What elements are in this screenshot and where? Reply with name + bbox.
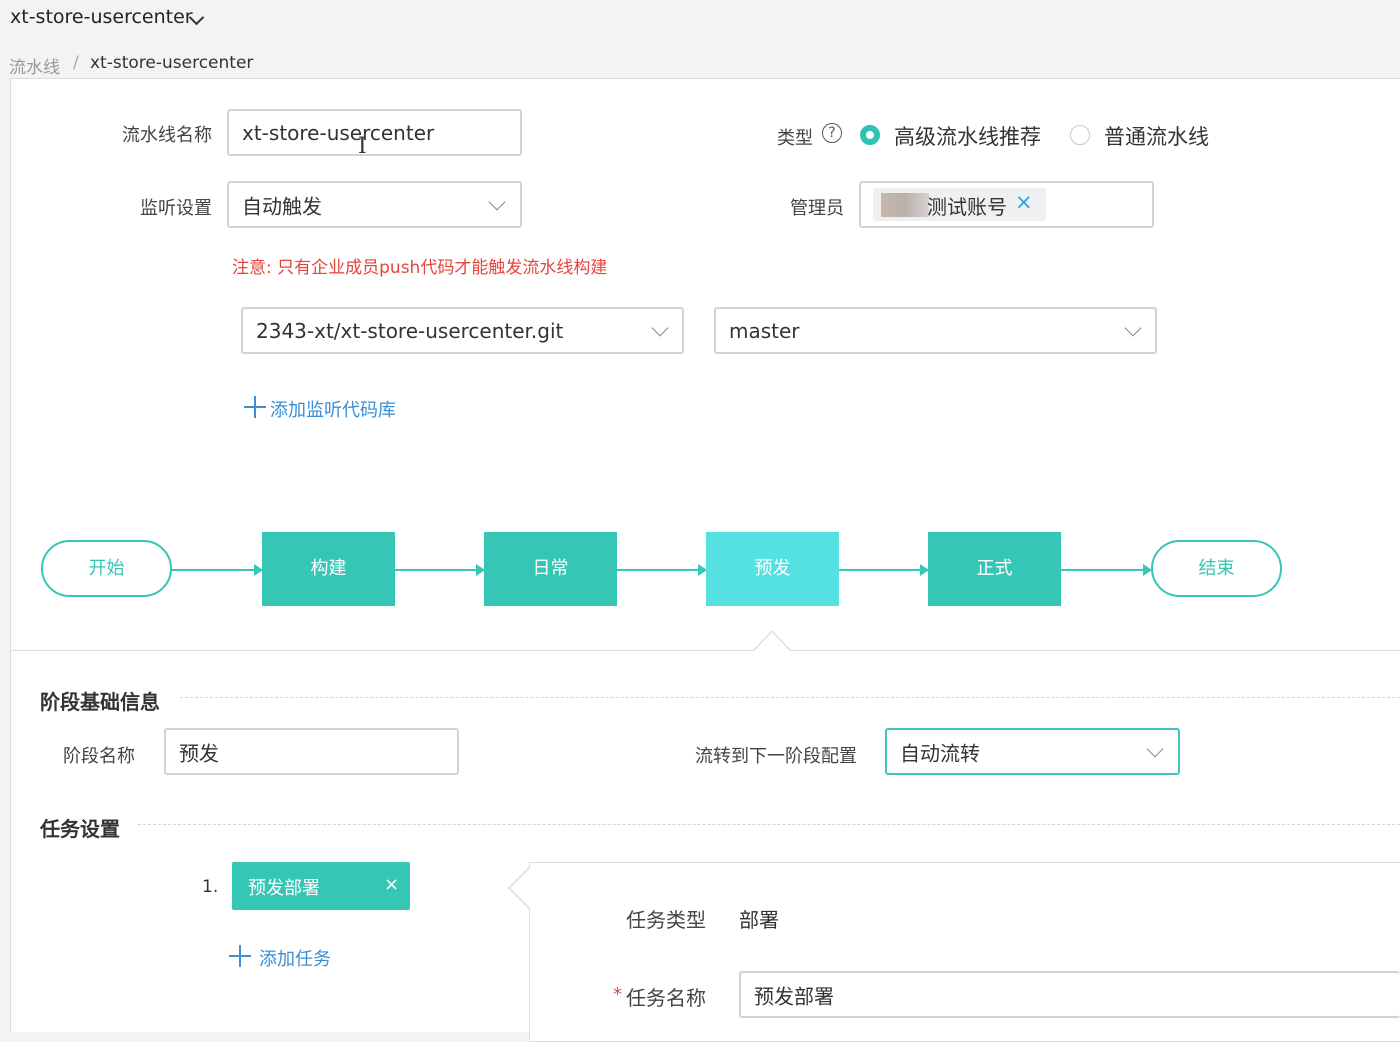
branch-select[interactable]: master (714, 307, 1157, 354)
chevron-down-icon (1124, 319, 1142, 337)
listen-value: 自动触发 (242, 194, 322, 218)
flow-connector (172, 569, 262, 571)
add-task-link[interactable]: 添加任务 (259, 945, 331, 971)
trigger-note: 注意: 只有企业成员push代码才能触发流水线构建 (232, 258, 608, 278)
text-cursor-icon: I (358, 134, 367, 159)
task-name-input[interactable]: 预发部署 (739, 971, 1400, 1018)
admin-tag-label: 测试账号 (927, 195, 1007, 219)
listen-label: 监听设置 (140, 198, 212, 219)
stage-name-label: 阶段名称 (63, 746, 135, 767)
chevron-down-icon (651, 319, 669, 337)
pipeline-name-value: xt-store-usercenter (242, 120, 435, 145)
task-chip-label: 预发部署 (248, 878, 320, 899)
pipeline-name-label: 流水线名称 (122, 125, 212, 146)
close-icon[interactable]: × (1015, 190, 1033, 214)
radio-advanced[interactable] (860, 125, 880, 145)
flow-connector (395, 569, 484, 571)
task-name-value: 预发部署 (754, 984, 834, 1008)
avatar (881, 193, 929, 217)
task-type-value: 部署 (739, 908, 779, 932)
flow-start-node: 开始 (41, 540, 172, 597)
task-name-label: 任务名称 (626, 986, 706, 1010)
help-icon[interactable]: ? (822, 123, 842, 143)
close-icon[interactable]: × (384, 874, 399, 895)
radio-normal-label[interactable]: 普通流水线 (1104, 121, 1209, 151)
stage-build[interactable]: 构建 (262, 532, 395, 606)
stage-name-input[interactable]: 预发 (164, 728, 459, 775)
required-mark: * (613, 984, 622, 1005)
branch-value: master (729, 318, 800, 343)
repo-select[interactable]: 2343-xt/xt-store-usercenter.git (241, 307, 684, 354)
divider (10, 650, 1400, 651)
stage-name-value: 预发 (179, 741, 219, 765)
admin-label: 管理员 (790, 198, 844, 219)
app-title[interactable]: xt-store-usercenter (10, 6, 193, 28)
pipeline-name-input[interactable]: xt-store-usercenter (227, 109, 522, 156)
admin-tag: 测试账号 × (873, 188, 1046, 221)
task-type-label: 任务类型 (626, 908, 706, 932)
type-label: 类型 (777, 128, 813, 149)
add-repo-link[interactable]: 添加监听代码库 (270, 396, 396, 422)
top-bar (0, 0, 1400, 40)
listen-select[interactable]: 自动触发 (227, 181, 522, 228)
flow-config-label: 流转到下一阶段配置 (695, 746, 857, 767)
stage-pre-release[interactable]: 预发 (706, 532, 839, 606)
radio-advanced-label[interactable]: 高级流水线推荐 (894, 121, 1041, 151)
flow-end-node: 结束 (1151, 540, 1282, 597)
stage-production[interactable]: 正式 (928, 532, 1061, 606)
flow-connector (839, 569, 928, 571)
breadcrumb-separator: / (73, 53, 79, 73)
repo-value: 2343-xt/xt-store-usercenter.git (256, 318, 564, 343)
breadcrumb-current: xt-store-usercenter (90, 53, 254, 73)
flow-config-value: 自动流转 (900, 741, 980, 765)
radio-normal[interactable] (1070, 125, 1090, 145)
plus-icon[interactable] (229, 945, 251, 967)
task-index: 1. (202, 877, 219, 897)
chevron-down-icon (488, 193, 506, 211)
stage-daily[interactable]: 日常 (484, 532, 617, 606)
task-chip-pre-deploy[interactable]: 预发部署 × (232, 862, 410, 910)
task-settings-title: 任务设置 (40, 817, 120, 841)
breadcrumb-root[interactable]: 流水线 (9, 53, 60, 78)
flow-config-select[interactable]: 自动流转 (885, 728, 1180, 775)
flow-connector (617, 569, 706, 571)
plus-icon[interactable] (244, 396, 266, 418)
divider (138, 824, 1400, 825)
chevron-down-icon (1146, 740, 1164, 758)
divider (180, 697, 1400, 698)
flow-connector (1061, 569, 1151, 571)
stage-info-title: 阶段基础信息 (40, 690, 160, 714)
